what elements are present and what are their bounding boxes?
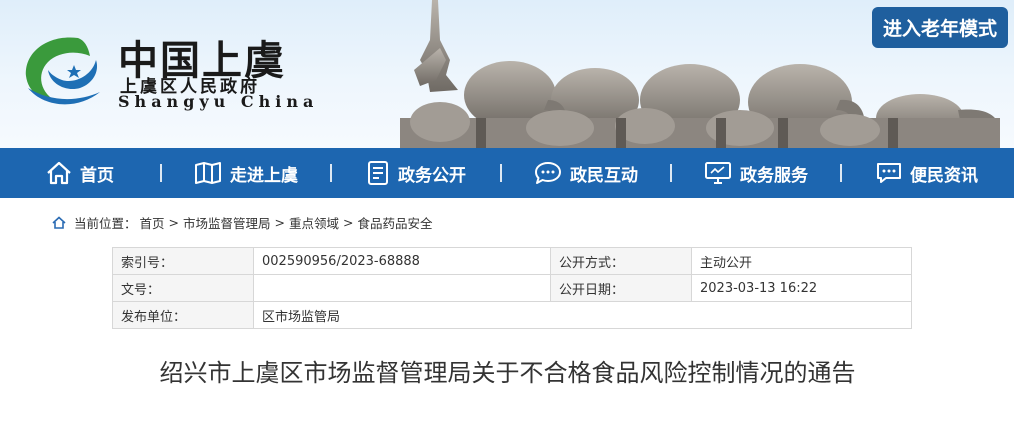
breadcrumb-separator: > (343, 215, 354, 230)
nav-divider (500, 164, 502, 182)
site-header: 中国上虞 上虞区人民政府 Shangyu China 进入老年模式 (0, 0, 1014, 148)
table-row: 发布单位： 区市场监管局 (112, 301, 912, 329)
nav-divider (840, 164, 842, 182)
book-icon (195, 162, 221, 184)
publisher-label: 发布单位： (112, 301, 254, 329)
breadcrumb-food-drug-safety[interactable]: 食品药品安全 (358, 213, 433, 232)
docno-label: 文号： (112, 274, 254, 302)
nav-label-info: 便民资讯 (910, 165, 978, 186)
nav-item-services[interactable]: 政务服务 (672, 148, 840, 198)
disclosure-label: 公开方式： (550, 247, 692, 275)
home-small-icon (52, 216, 66, 229)
docno-value (253, 274, 551, 302)
chat-icon (535, 162, 561, 184)
nav-divider (670, 164, 672, 182)
date-value: 2023-03-13 16:22 (691, 274, 912, 302)
nav-item-home[interactable]: 首页 (0, 148, 160, 198)
message-icon (877, 163, 901, 183)
home-icon (47, 161, 71, 185)
document-icon (368, 161, 388, 185)
nav-label-gov-affairs: 政务公开 (398, 165, 466, 186)
date-label: 公开日期： (550, 274, 692, 302)
table-row: 文号： 公开日期： 2023-03-13 16:22 (112, 274, 912, 302)
elderly-mode-button[interactable]: 进入老年模式 (871, 7, 1008, 48)
nav-item-interaction[interactable]: 政民互动 (502, 148, 670, 198)
nav-label-services: 政务服务 (740, 165, 808, 186)
site-english-name: Shangyu China (118, 92, 319, 111)
main-nav: 首页 走进上虞 政务公开 政民互动 政务服务 便民资讯 (0, 148, 1014, 198)
nav-label-about: 走进上虞 (230, 165, 298, 186)
index-label: 索引号： (112, 247, 254, 275)
nav-label-interaction: 政民互动 (570, 165, 638, 186)
document-info-table: 索引号： 002590956/2023-68888 公开方式： 主动公开 文号：… (112, 247, 912, 329)
breadcrumb-home[interactable]: 首页 (140, 213, 165, 232)
nav-item-about[interactable]: 走进上虞 (162, 148, 330, 198)
breadcrumb-market-bureau[interactable]: 市场监督管理局 (183, 213, 271, 232)
publisher-value: 区市场监管局 (253, 301, 912, 329)
shangyu-logo-icon[interactable] (18, 30, 108, 110)
monitor-icon (705, 162, 731, 184)
breadcrumb-key-areas[interactable]: 重点领域 (289, 213, 339, 232)
breadcrumb-separator: > (274, 215, 286, 230)
article-title: 绍兴市上虞区市场监督管理局关于不合格食品风险控制情况的通告 (159, 359, 856, 387)
breadcrumb-prefix: 当前位置： (74, 216, 137, 231)
breadcrumb: 当前位置： 首页 > 市场监督管理局 > 重点领域 > 食品药品安全 (52, 213, 433, 232)
nav-item-info[interactable]: 便民资讯 (842, 148, 1012, 198)
nav-item-gov-affairs[interactable]: 政务公开 (332, 148, 500, 198)
nav-divider (160, 164, 162, 182)
disclosure-value: 主动公开 (691, 247, 912, 275)
nav-divider (330, 164, 332, 182)
breadcrumb-separator: > (168, 215, 180, 230)
index-value: 002590956/2023-68888 (253, 247, 551, 275)
nav-label-home: 首页 (80, 165, 114, 186)
table-row: 索引号： 002590956/2023-68888 公开方式： 主动公开 (112, 247, 912, 275)
